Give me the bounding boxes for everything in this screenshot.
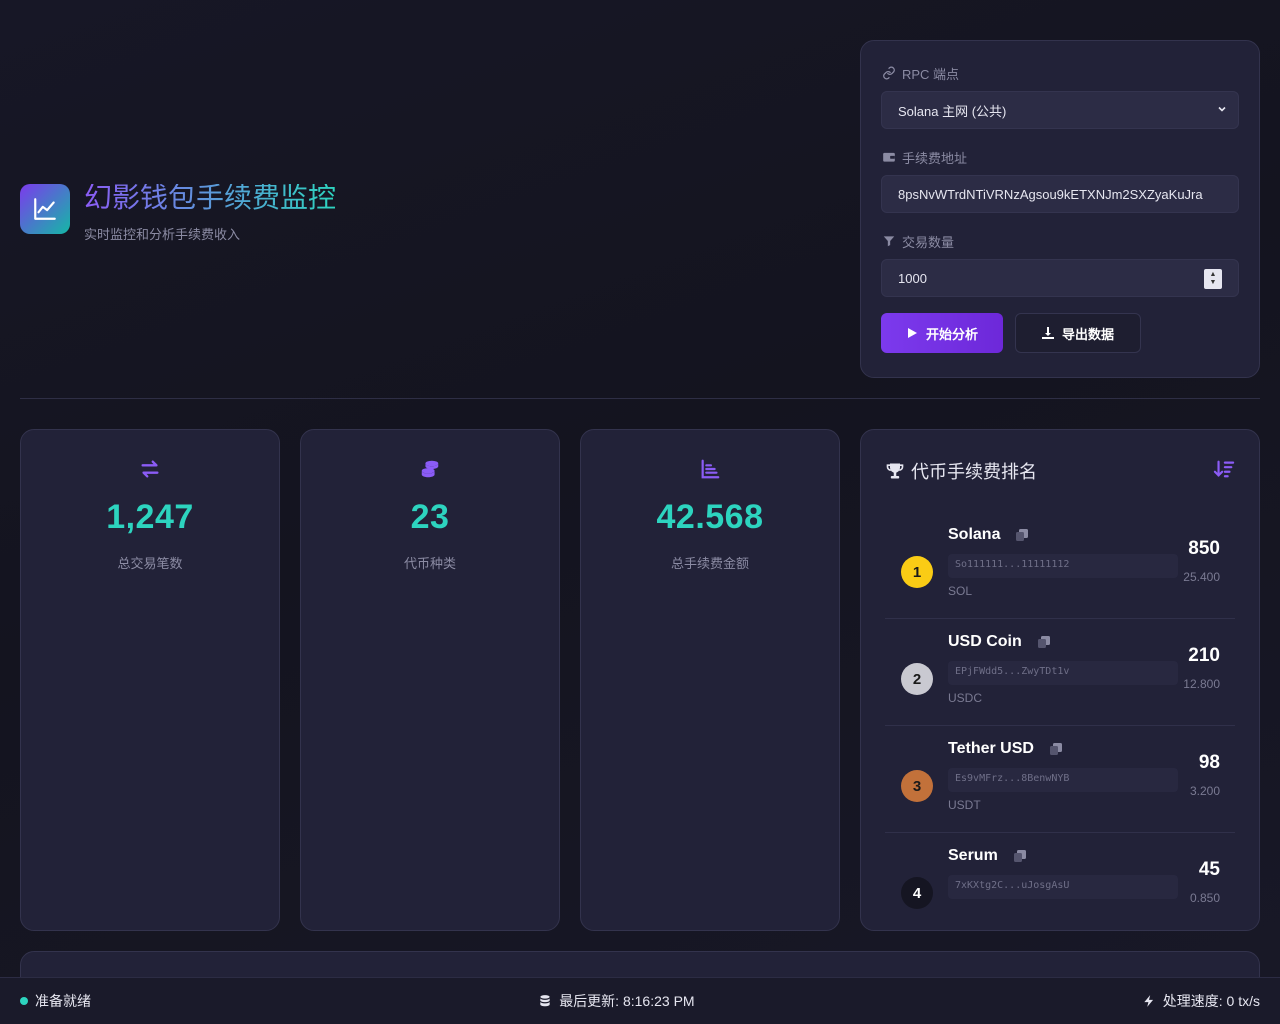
- copy-icon[interactable]: [1016, 529, 1029, 541]
- copy-icon[interactable]: [1013, 850, 1026, 862]
- app-logo: [20, 184, 70, 234]
- ranking-row[interactable]: 3 Tether USD Es9vMFrz...8BenwNYB USDT 98 3.20…: [885, 726, 1235, 833]
- sort-amount-down-icon: [1213, 460, 1235, 477]
- tx-count-input[interactable]: 1000 ▲ ▼: [881, 259, 1239, 297]
- token-address: 7xKXtg2C...uJosgAsU: [948, 875, 1178, 899]
- stat-card-transactions: 1,247 总交易笔数: [20, 429, 280, 931]
- fee-address-label: 手续费地址: [881, 147, 1239, 167]
- copy-icon[interactable]: [1037, 636, 1050, 648]
- stat-card-total-fees: 42.568 总手续费金额: [580, 429, 840, 931]
- token-amount: 850: [1188, 538, 1220, 559]
- rank-badge: 4: [901, 877, 933, 909]
- stat-label: 总交易笔数: [117, 556, 183, 571]
- chevron-down-icon: [1218, 106, 1226, 112]
- stat-card-tokens: 23 代币种类: [300, 429, 560, 931]
- status-ready: 准备就绪: [20, 991, 91, 1011]
- wallet-icon: [883, 152, 895, 162]
- rank-badge: 2: [901, 663, 933, 695]
- token-name: Tether USD: [948, 740, 1062, 758]
- token-symbol: USDC: [948, 691, 983, 705]
- tx-count-label: 交易数量: [881, 231, 1239, 251]
- header-divider: [20, 398, 1260, 399]
- token-fee: 25.400: [1183, 570, 1220, 584]
- stat-value: 1,247: [106, 498, 194, 536]
- rpc-select[interactable]: Solana 主网 (公共): [881, 91, 1239, 129]
- download-icon: [1041, 327, 1054, 339]
- start-analysis-button[interactable]: 开始分析: [881, 313, 1003, 353]
- status-dot: [20, 997, 28, 1005]
- ranking-row[interactable]: 4 Serum 7xKXtg2C...uJosgAsU 45 0.850: [885, 833, 1235, 940]
- number-stepper[interactable]: ▲ ▼: [1204, 269, 1222, 289]
- filter-icon: [883, 236, 895, 247]
- token-fee: 12.800: [1183, 677, 1220, 691]
- chart-icon: [701, 459, 720, 479]
- token-fee: 3.200: [1189, 784, 1220, 798]
- stat-value: 42.568: [656, 498, 764, 536]
- token-symbol: USDT: [948, 798, 981, 812]
- token-name: USD Coin: [948, 633, 1050, 651]
- exchange-icon: [141, 460, 159, 478]
- status-last-update: 最后更新: 8:16:23 PM: [538, 991, 695, 1011]
- trophy-icon: [886, 463, 904, 479]
- stat-value: 23: [410, 498, 450, 536]
- copy-icon[interactable]: [1049, 743, 1062, 755]
- rank-badge: 1: [901, 556, 933, 588]
- token-address: Es9vMFrz...8BenwNYB: [948, 768, 1178, 792]
- fee-address-input[interactable]: 8psNvWTrdNTiVRNzAgsou9kETXNJm2SXZyaKuJra: [881, 175, 1239, 213]
- rpc-label: RPC 端点: [881, 63, 1239, 83]
- page-title: 幻影钱包手续费监控: [84, 181, 337, 214]
- status-bar: 准备就绪 最后更新: 8:16:23 PM 处理速度: 0 tx/s: [0, 977, 1280, 1024]
- coins-icon: [421, 460, 439, 478]
- stat-label: 代币种类: [403, 556, 456, 571]
- token-amount: 210: [1188, 645, 1220, 666]
- token-amount: 45: [1198, 859, 1220, 880]
- stat-label: 总手续费金额: [670, 556, 749, 571]
- token-name: Serum: [948, 847, 1026, 865]
- config-panel: RPC 端点 Solana 主网 (公共) 手续费地址 8psNvWTrdNTi…: [860, 40, 1260, 378]
- token-amount: 98: [1198, 752, 1220, 773]
- play-icon: [907, 328, 917, 338]
- token-ranking-panel: 代币手续费排名 1 Solana So111111...11111112 SOL 850…: [860, 429, 1260, 931]
- ranking-row[interactable]: 2 USD Coin EPjFWdd5...ZwyTDt1v USDC 210 12.80…: [885, 619, 1235, 726]
- ranking-title: 代币手续费排名: [885, 458, 1037, 484]
- export-data-button[interactable]: 导出数据: [1015, 313, 1141, 353]
- app-header: 幻影钱包手续费监控 实时监控和分析手续费收入: [20, 184, 336, 243]
- rank-badge: 3: [901, 770, 933, 802]
- token-address: So111111...11111112: [948, 554, 1178, 578]
- line-chart-icon: [34, 198, 56, 220]
- bolt-icon: [1144, 995, 1153, 1007]
- ranking-row[interactable]: 1 Solana So111111...11111112 SOL 850 25.400: [885, 512, 1235, 619]
- sort-button[interactable]: [1213, 459, 1235, 484]
- status-speed: 处理速度: 0 tx/s: [1142, 991, 1260, 1011]
- page-subtitle: 实时监控和分析手续费收入: [84, 227, 241, 242]
- token-address: EPjFWdd5...ZwyTDt1v: [948, 661, 1178, 685]
- database-icon: [540, 995, 550, 1007]
- link-icon: [883, 66, 895, 80]
- token-fee: 0.850: [1189, 891, 1220, 905]
- token-symbol: SOL: [948, 584, 973, 598]
- token-name: Solana: [948, 526, 1029, 544]
